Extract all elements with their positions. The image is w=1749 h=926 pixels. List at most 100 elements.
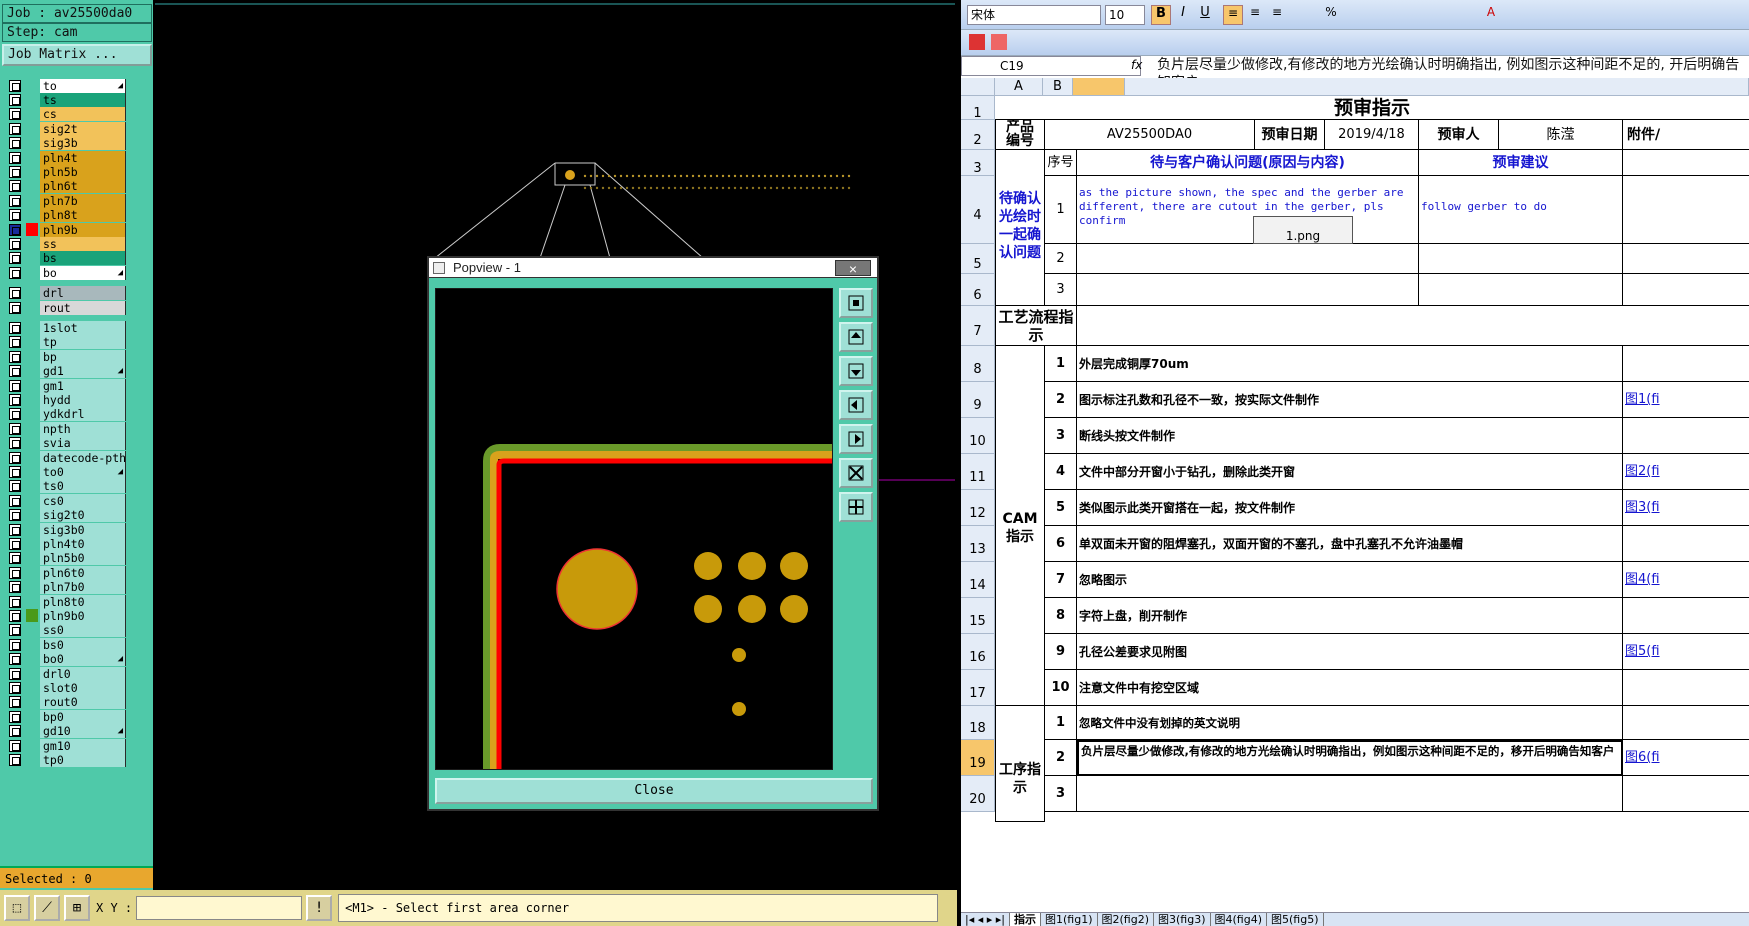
layer-color-swatch[interactable] — [26, 638, 38, 651]
layer-checkbox[interactable] — [9, 681, 21, 694]
layer-color-swatch[interactable] — [26, 537, 38, 550]
layer-checkbox[interactable] — [9, 365, 21, 378]
layer-color-swatch[interactable] — [26, 595, 38, 608]
layer-color-swatch[interactable] — [26, 252, 38, 265]
layer-checkbox[interactable] — [9, 194, 21, 207]
pan-up-button[interactable] — [839, 322, 873, 352]
layer-checkbox[interactable] — [9, 165, 21, 178]
layer-row-drl0[interactable]: drl0 — [4, 666, 126, 681]
layer-name[interactable]: ydkdrl — [40, 407, 126, 422]
cam-item-link[interactable] — [1623, 598, 1749, 634]
layer-color-swatch[interactable] — [26, 223, 38, 236]
layer-name[interactable]: pln8t — [40, 208, 126, 223]
cam-item-text[interactable]: 类似图示此类开窗搭在一起，按文件制作 — [1077, 490, 1623, 526]
cam-item-link[interactable]: 图3(fi — [1623, 490, 1749, 526]
layer-name[interactable]: pln9b — [40, 222, 126, 237]
layer-color-swatch[interactable] — [26, 151, 38, 164]
layer-name[interactable]: bp — [40, 349, 126, 364]
align-left-icon[interactable]: ≡ — [1223, 5, 1243, 25]
layer-color-swatch[interactable] — [26, 739, 38, 752]
cam-item-link[interactable]: 图1(fi — [1623, 382, 1749, 418]
cam-item-text[interactable]: 图示标注孔数和孔径不一致，按实际文件制作 — [1077, 382, 1623, 418]
layer-checkbox[interactable] — [9, 566, 21, 579]
layer-row-gm1[interactable]: gm1 — [4, 378, 126, 393]
layer-checkbox[interactable] — [9, 350, 21, 363]
layer-row-gm10[interactable]: gm10 — [4, 738, 126, 753]
layer-color-swatch[interactable] — [26, 624, 38, 637]
embedded-image[interactable]: 1.png — [1253, 216, 1353, 244]
sheet-tab[interactable]: 指示 — [1010, 913, 1041, 926]
layer-name[interactable]: pln7b0 — [40, 580, 126, 595]
bold-icon[interactable]: B — [1151, 5, 1171, 25]
layer-row-sig2t0[interactable]: sig2t0 — [4, 508, 126, 523]
cam-item-text[interactable]: 字符上盘，削开制作 — [1077, 598, 1623, 634]
layer-checkbox[interactable] — [9, 523, 21, 536]
cam-item-text[interactable]: 单双面未开窗的阻焊塞孔，双面开窗的不塞孔，盘中孔塞孔不允许油墨帽 — [1077, 526, 1623, 562]
layer-row-bs0[interactable]: bs0 — [4, 637, 126, 652]
select-tool-icon[interactable]: ⬚ — [4, 895, 30, 921]
layer-checkbox[interactable] — [9, 422, 21, 435]
layer-name[interactable]: pln5b0 — [40, 551, 126, 566]
name-box[interactable]: C19 — [961, 56, 1141, 76]
proc-item-link[interactable] — [1623, 706, 1749, 740]
cam-item-link[interactable] — [1623, 418, 1749, 454]
cam-item-text[interactable]: 孔径公差要求见附图 — [1077, 634, 1623, 670]
advice-cell[interactable] — [1419, 274, 1623, 306]
layer-color-swatch[interactable] — [26, 494, 38, 507]
layer-color-swatch[interactable] — [26, 336, 38, 349]
layer-color-swatch[interactable] — [26, 422, 38, 435]
layer-name[interactable]: sig3b0 — [40, 522, 126, 537]
proc-item-text[interactable]: 忽略文件中没有划掉的英文说明 — [1077, 706, 1623, 740]
layer-color-swatch[interactable] — [26, 566, 38, 579]
layer-color-swatch[interactable] — [26, 79, 38, 92]
layer-name[interactable]: svia — [40, 436, 126, 451]
layer-checkbox[interactable] — [9, 494, 21, 507]
grid-tool-icon[interactable]: ⊞ — [64, 895, 90, 921]
layer-row-pln9b0[interactable]: pln9b0 — [4, 608, 126, 623]
cam-item-text[interactable]: 文件中部分开窗小于钻孔，删除此类开窗 — [1077, 454, 1623, 490]
layer-checkbox[interactable] — [9, 79, 21, 92]
layer-checkbox[interactable] — [9, 710, 21, 723]
layer-color-swatch[interactable] — [26, 365, 38, 378]
layer-name[interactable]: hydd — [40, 392, 126, 407]
proc-item-text[interactable]: 负片层尽量少做修改,有修改的地方光绘确认时明确指出，例如图示这种间距不足的，移开… — [1077, 740, 1623, 776]
layer-checkbox[interactable] — [9, 122, 21, 135]
layer-color-swatch[interactable] — [26, 710, 38, 723]
layer-name[interactable]: rout0 — [40, 695, 126, 710]
layer-name[interactable]: drl0 — [40, 666, 126, 681]
job-matrix-button[interactable]: Job Matrix ... — [2, 44, 152, 66]
advice-cell[interactable]: follow gerber to do — [1419, 176, 1623, 244]
layer-name[interactable]: rout — [40, 300, 126, 315]
layer-name[interactable]: to ◢ — [40, 78, 126, 93]
layer-row-bs[interactable]: bs — [4, 251, 126, 266]
layer-row-ts0[interactable]: ts0 — [4, 479, 126, 494]
layer-name[interactable]: ss — [40, 236, 126, 251]
layer-row-cs0[interactable]: cs0 — [4, 493, 126, 508]
layer-checkbox[interactable] — [9, 321, 21, 334]
layer-color-swatch[interactable] — [26, 753, 38, 766]
popview-close-x-button[interactable]: × — [835, 260, 871, 277]
layer-checkbox[interactable] — [9, 509, 21, 522]
layer-row-pln6t0[interactable]: pln6t0 — [4, 565, 126, 580]
layer-row-bp0[interactable]: bp0 — [4, 709, 126, 724]
proc-item-text[interactable] — [1077, 776, 1623, 812]
pan-left-button[interactable] — [839, 390, 873, 420]
layer-row-pln5b0[interactable]: pln5b0 — [4, 551, 126, 566]
layer-color-swatch[interactable] — [26, 379, 38, 392]
layer-checkbox[interactable] — [9, 465, 21, 478]
layer-color-swatch[interactable] — [26, 523, 38, 536]
layer-color-swatch[interactable] — [26, 321, 38, 334]
layer-color-swatch[interactable] — [26, 165, 38, 178]
layer-color-swatch[interactable] — [26, 108, 38, 121]
layer-row-to0[interactable]: to0 ◢ — [4, 464, 126, 479]
proc-item-link[interactable]: 图6(fi — [1623, 740, 1749, 776]
layer-row-ts[interactable]: ts — [4, 92, 126, 107]
layer-name[interactable]: pln4t — [40, 150, 126, 165]
layer-row-1slot[interactable]: 1slot — [4, 320, 126, 335]
layer-row-pln9b[interactable]: pln9b — [4, 222, 126, 237]
xy-input[interactable] — [136, 896, 303, 920]
sheet-tab[interactable]: 图3(fig3) — [1154, 913, 1211, 926]
layer-name[interactable]: pln5b — [40, 164, 126, 179]
layer-row-pln7b[interactable]: pln7b — [4, 193, 126, 208]
fx-icon[interactable]: fx — [1131, 58, 1142, 72]
